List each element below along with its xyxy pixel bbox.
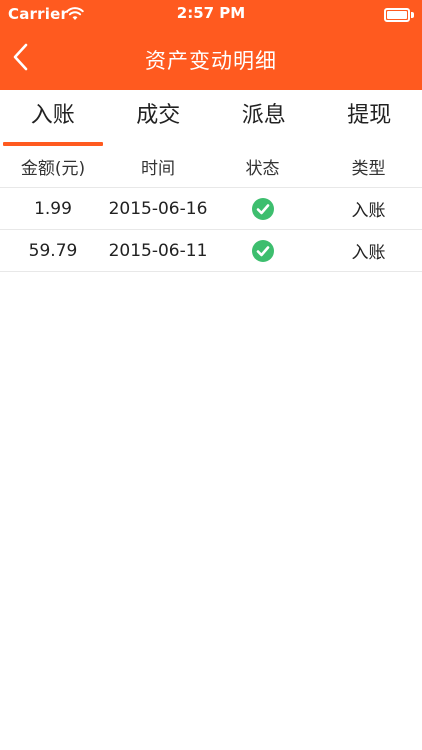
status-cell [210,239,315,262]
top-bar: Carrier 2:57 PM 资产变动明细 [0,0,422,90]
header-type: 类型 [351,159,386,179]
table-header-row: 金额(元) 时间 状态 类型 [0,146,422,188]
tab-dividend[interactable]: 派息 [211,90,317,146]
header-status: 状态 [245,159,280,179]
amount-cell: 59.79 [28,240,78,261]
date-cell: 2015-06-16 [108,198,208,219]
page-title: 资产变动明细 [145,49,277,73]
status-bar: Carrier 2:57 PM [0,0,422,28]
tab-withdraw[interactable]: 提现 [317,90,422,146]
header-time: 时间 [141,159,175,179]
header-amount: 金额(元) [20,159,86,179]
screen: Carrier 2:57 PM 资产变动明细 入账 成交 派息 提现 金额(元)… [0,0,422,750]
amount-cell: 1.99 [34,198,72,219]
nav-bar: 资产变动明细 [0,28,422,90]
status-cell [210,197,315,220]
type-cell: 入账 [351,243,386,263]
records-table: 金额(元) 时间 状态 类型 1.99 2015-06-16 入账 59.79 … [0,146,422,272]
tab-bar: 入账 成交 派息 提现 [0,90,422,146]
check-circle-icon [251,197,274,220]
date-cell: 2015-06-11 [108,240,208,261]
table-row[interactable]: 1.99 2015-06-16 入账 [0,188,422,230]
battery-icon [384,8,414,22]
tab-deposit[interactable]: 入账 [0,90,106,146]
type-cell: 入账 [351,201,386,221]
status-time: 2:57 PM [176,4,246,22]
tab-trade[interactable]: 成交 [106,90,212,146]
table-row[interactable]: 59.79 2015-06-11 入账 [0,230,422,272]
check-circle-icon [251,239,274,262]
